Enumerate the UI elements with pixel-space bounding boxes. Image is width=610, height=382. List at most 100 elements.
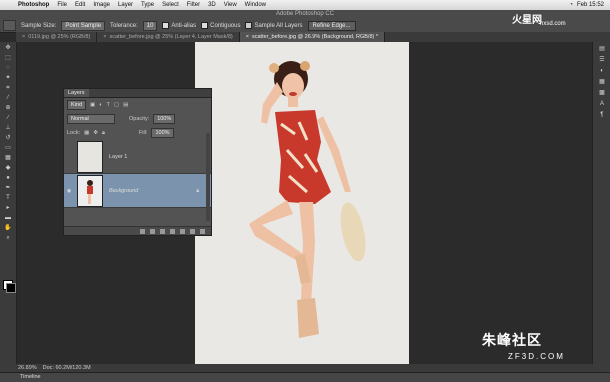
type-filter-icon[interactable]: T — [107, 102, 110, 108]
watermark-logo: 火星网 — [512, 15, 542, 26]
tab-scatter-background[interactable]: × scatter_before.jpg @ 26.9% (Background,… — [239, 32, 386, 42]
adjustment-layer-icon[interactable] — [170, 228, 175, 234]
checkbox-box — [201, 22, 209, 29]
menu-3d[interactable]: 3D — [204, 2, 220, 8]
eye-icon[interactable]: ◉ — [64, 188, 74, 194]
blend-mode-select[interactable]: Normal — [67, 114, 115, 124]
menu-app[interactable]: Photoshop — [14, 2, 53, 8]
zoom-level[interactable]: 26.89% — [18, 365, 37, 371]
history-brush-tool-icon[interactable]: ↺ — [3, 134, 13, 142]
lock-all-icon[interactable]: 🔒︎ — [102, 130, 105, 137]
kind-filter-select[interactable]: Kind — [67, 100, 87, 110]
layers-footer — [64, 226, 211, 235]
blend-row: Normal Opacity: 100% — [64, 112, 211, 126]
layer-style-icon[interactable] — [150, 228, 155, 234]
panel-dock: ▤ ☰ ◐ ▦ ▩ A ¶ — [592, 42, 610, 372]
hand-tool-icon[interactable]: ✋ — [3, 224, 13, 232]
layer-thumbnail — [77, 140, 103, 173]
pixel-filter-icon[interactable]: ▣ — [90, 102, 95, 108]
smart-object-filter-icon[interactable]: ▤ — [123, 102, 128, 108]
character-panel-icon[interactable]: A — [597, 100, 607, 108]
layer-row-background[interactable]: ◉ Background 🔒︎ — [64, 174, 211, 208]
paragraph-panel-icon[interactable]: ¶ — [597, 111, 607, 119]
dodge-tool-icon[interactable]: ● — [3, 174, 13, 182]
path-selection-tool-icon[interactable]: ▸ — [3, 204, 13, 212]
eraser-tool-icon[interactable]: ▭ — [3, 144, 13, 152]
refine-edge-button[interactable]: Refine Edge... — [307, 20, 356, 31]
crop-tool-icon[interactable]: ⌗ — [3, 84, 13, 92]
new-layer-icon[interactable] — [190, 228, 195, 234]
wifi-icon[interactable]: ◔ — [565, 2, 577, 8]
menu-window[interactable]: Window — [241, 2, 270, 8]
menu-view[interactable]: View — [220, 2, 241, 8]
menu-file[interactable]: File — [53, 2, 71, 8]
link-layers-icon[interactable] — [140, 228, 145, 234]
tolerance-input[interactable]: 10 — [142, 20, 158, 31]
stamp-tool-icon[interactable]: ⊥ — [3, 124, 13, 132]
lock-pixels-icon[interactable]: ▦ — [84, 130, 89, 136]
fill-label: Fill: — [138, 130, 148, 136]
layer-name[interactable]: Background — [109, 188, 138, 194]
magic-wand-tool-preset-icon[interactable] — [3, 20, 16, 31]
shape-tool-icon[interactable]: ▬ — [3, 214, 13, 222]
layer-thumbnail — [77, 174, 103, 207]
contiguous-checkbox[interactable]: Contiguous — [201, 22, 240, 29]
styles-panel-icon[interactable]: ▦ — [597, 78, 607, 86]
menu-type[interactable]: Type — [137, 2, 158, 8]
adjustments-panel-icon[interactable]: ◐ — [597, 67, 607, 75]
blur-tool-icon[interactable]: ◆ — [3, 164, 13, 172]
document-canvas[interactable] — [195, 42, 409, 364]
zoom-tool-icon[interactable]: ⌕ — [3, 234, 13, 242]
opacity-input[interactable]: 100% — [153, 114, 176, 124]
background-color-swatch[interactable] — [6, 283, 16, 293]
gradient-tool-icon[interactable]: ▦ — [3, 154, 13, 162]
healing-tool-icon[interactable]: ⊕ — [3, 104, 13, 112]
lock-position-icon[interactable]: ✥ — [93, 130, 98, 136]
tab-0119[interactable]: × 0119.jpg @ 25% (RGB/8) — [16, 32, 98, 42]
close-icon[interactable]: × — [103, 34, 106, 40]
tab-label: 0119.jpg @ 25% (RGB/8) — [28, 34, 91, 40]
brush-tool-icon[interactable]: ∕ — [3, 114, 13, 122]
layer-row-layer1[interactable]: Layer 1 — [64, 140, 211, 174]
lock-row: Lock: ▦ ✥ 🔒︎ Fill: 100% — [64, 126, 211, 140]
close-icon[interactable]: × — [22, 34, 25, 40]
layer-mask-icon[interactable] — [160, 228, 165, 234]
shape-filter-icon[interactable]: ▢ — [114, 102, 119, 108]
menu-filter[interactable]: Filter — [183, 2, 204, 8]
new-group-icon[interactable] — [180, 228, 185, 234]
eyedropper-tool-icon[interactable]: ⁄ — [3, 94, 13, 102]
anti-alias-checkbox[interactable]: Anti-alias — [162, 22, 196, 29]
move-tool-icon[interactable]: ✥ — [3, 44, 13, 52]
checkbox-box — [245, 22, 253, 29]
magic-wand-tool-icon[interactable]: ✦ — [3, 74, 13, 82]
layer-name[interactable]: Layer 1 — [109, 154, 127, 160]
menu-image[interactable]: Image — [89, 2, 114, 8]
layers-scrollbar[interactable] — [206, 133, 210, 221]
tab-scatter-layer4[interactable]: × scatter_before.jpg @ 25% (Layer 4, Laye… — [97, 32, 240, 42]
type-tool-icon[interactable]: T — [3, 194, 13, 202]
filter-row: Kind ▣ ◐ T ▢ ▤ — [64, 98, 211, 112]
fill-input[interactable]: 100% — [151, 128, 174, 138]
layers-tab[interactable]: Layers — [64, 89, 89, 97]
sample-all-layers-label: Sample All Layers — [254, 22, 303, 29]
close-icon[interactable]: × — [246, 34, 249, 40]
tab-label: scatter_before.jpg @ 26.9% (Background, … — [251, 34, 379, 40]
history-panel-icon[interactable]: ▤ — [597, 45, 607, 53]
doc-size[interactable]: Doc: 60.2M/120.3M — [43, 365, 91, 371]
sample-all-layers-checkbox[interactable]: Sample All Layers — [245, 22, 303, 29]
menu-select[interactable]: Select — [158, 2, 183, 8]
menubar-clock[interactable]: Feb 15:52 — [577, 2, 610, 8]
sample-size-select[interactable]: Point Sample — [61, 20, 106, 31]
adjustment-filter-icon[interactable]: ◐ — [99, 102, 102, 108]
marquee-tool-icon[interactable]: ⬚ — [3, 54, 13, 62]
tab-label: scatter_before.jpg @ 25% (Layer 4, Layer… — [109, 34, 233, 40]
pen-tool-icon[interactable]: ✒ — [3, 184, 13, 192]
contiguous-label: Contiguous — [210, 22, 241, 29]
lasso-tool-icon[interactable]: ◌ — [3, 64, 13, 72]
trash-icon[interactable] — [200, 228, 205, 234]
menu-edit[interactable]: Edit — [71, 2, 89, 8]
properties-panel-icon[interactable]: ☰ — [597, 56, 607, 64]
swatches-panel-icon[interactable]: ▩ — [597, 89, 607, 97]
menu-layer[interactable]: Layer — [114, 2, 137, 8]
watermark-bottom: 朱峰社区 — [482, 332, 542, 348]
